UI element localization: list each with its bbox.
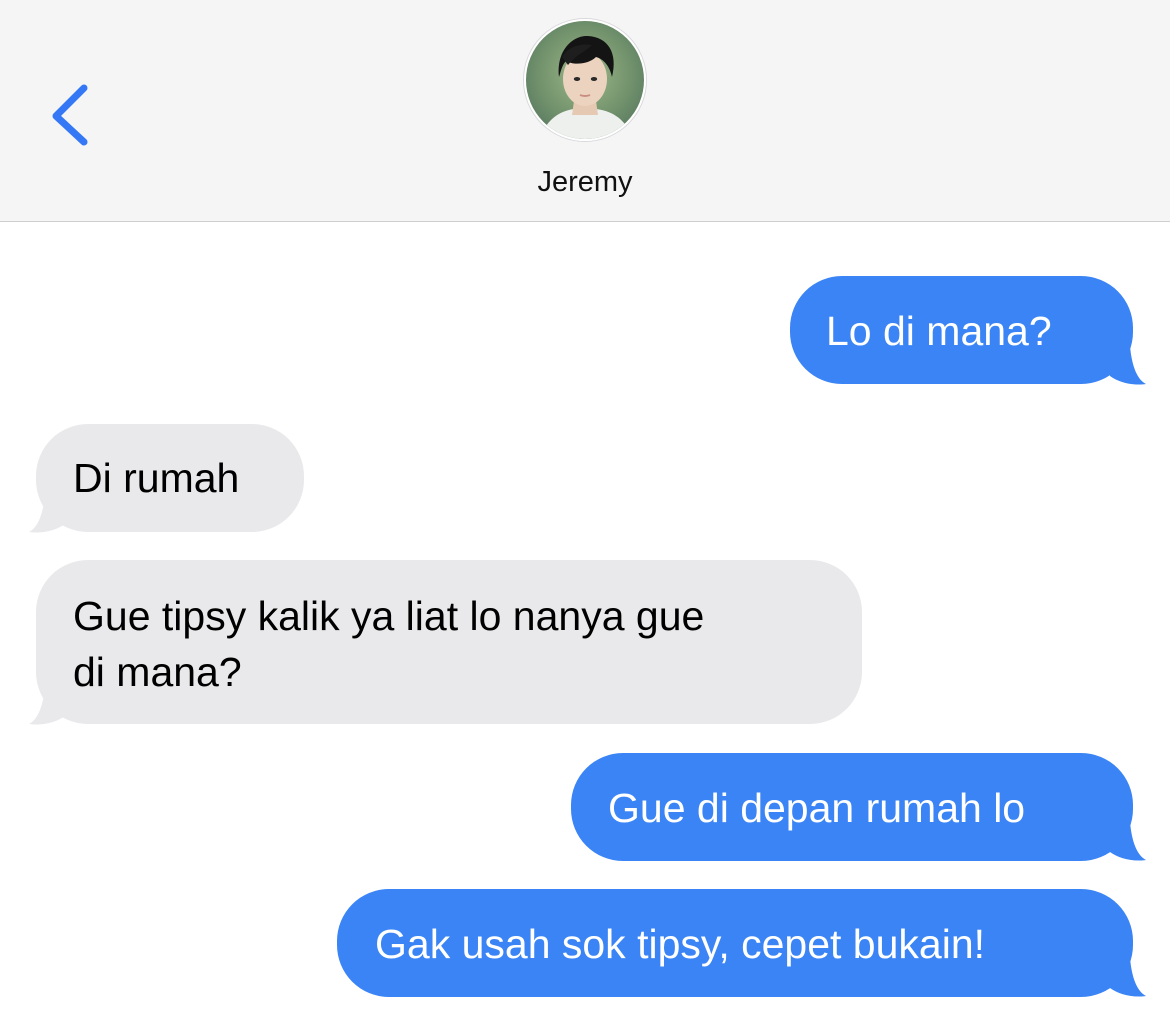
conversation-header: Jeremy [0,0,1170,222]
bubble-tail [1110,822,1150,862]
message-text: Gak usah sok tipsy, cepet bukain! [375,921,986,967]
message-bubble-incoming[interactable]: Gue tipsy kalik ya liat lo nanya gue di … [36,560,862,724]
message-text: Di rumah [73,455,240,501]
message-bubble-incoming[interactable]: Di rumah [36,424,304,532]
bubble-tail [25,686,65,726]
contact-name[interactable]: Jeremy [0,166,1170,199]
chevron-left-icon [52,84,88,146]
contact-avatar[interactable] [524,19,646,141]
message-thread: Lo di mana? Di rumah Gue tipsy kalik ya … [0,222,1170,1029]
message-text: Gue di depan rumah lo [608,785,1026,831]
message-bubble-outgoing[interactable]: Gue di depan rumah lo [571,753,1133,861]
message-bubble-outgoing[interactable]: Gak usah sok tipsy, cepet bukain! [337,889,1133,997]
bubble-tail [1110,958,1150,998]
message-text: Lo di mana? [826,308,1052,354]
avatar-photo [526,21,644,139]
bubble-tail [1110,346,1150,386]
back-button[interactable] [40,78,100,150]
message-text-line: di mana? [73,649,242,695]
message-text-line: Gue tipsy kalik ya liat lo nanya gue [73,593,705,639]
message-bubble-outgoing[interactable]: Lo di mana? [790,276,1133,384]
bubble-tail [25,494,65,534]
